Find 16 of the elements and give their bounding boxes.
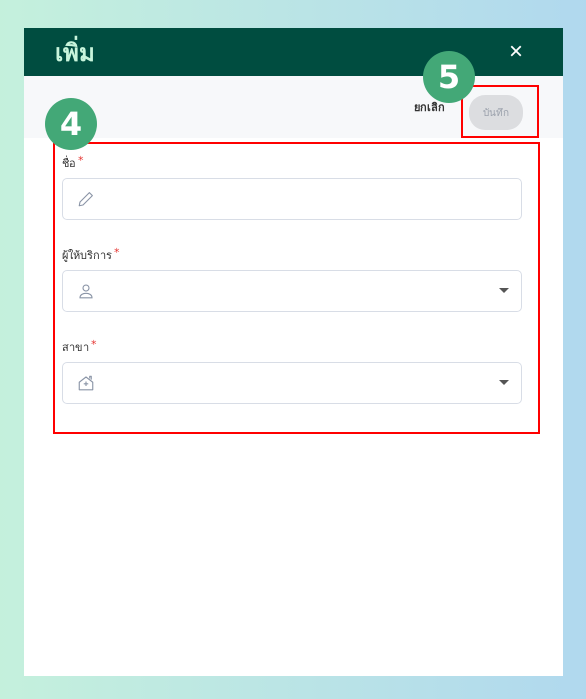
caret-icon (499, 288, 509, 294)
required-mark: * (114, 246, 120, 261)
field-label: ชื่อ (62, 154, 76, 172)
person-icon (77, 282, 95, 300)
caret-icon (499, 380, 509, 386)
input-field[interactable] (62, 178, 522, 220)
field-label: สาขา (62, 340, 89, 356)
field-label: ผู้ให้บริการ (62, 248, 112, 264)
house-icon (77, 374, 95, 392)
close-button[interactable]: × (508, 38, 523, 66)
dialog-title: เพิ่ม (55, 34, 95, 68)
select-field[interactable] (62, 362, 522, 404)
pencil-icon (77, 190, 95, 208)
required-mark: * (78, 154, 84, 169)
select-field[interactable] (62, 270, 522, 312)
required-mark: * (91, 338, 96, 353)
